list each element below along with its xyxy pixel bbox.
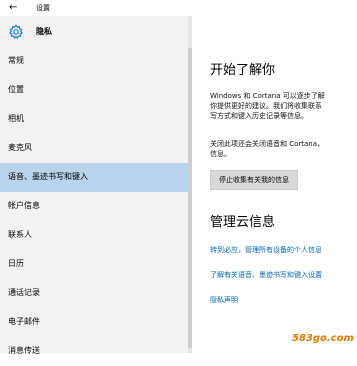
sidebar-item-camera[interactable]: 相机 [0,105,188,134]
title-bar: ← 设置 [0,0,357,16]
sidebar-item-email[interactable]: 电子邮件 [0,308,188,337]
sidebar-item-calendar[interactable]: 日历 [0,250,188,279]
section-heading-get-to-know-you: 开始了解你 [210,63,276,78]
learn-more-speech-settings-link[interactable]: 了解有关语音、墨迹书写和键入设置 [210,270,322,280]
sidebar-item-account-info[interactable]: 帐户信息 [0,192,188,221]
sidebar-item-label: 消息传送 [8,346,40,355]
stop-collecting-button[interactable]: 停止收集有关我的信息 [210,170,298,190]
description-line: Windows 和 Cortana 可以逐步了解 [210,92,325,100]
page-title: 隐私 [36,27,52,36]
privacy-statement-link[interactable]: 隐私声明 [210,295,238,305]
sidebar-item-label: 日历 [8,259,24,268]
main-content: 开始了解你 Windows 和 Cortana 可以逐步了解 你提供更好的建议。… [192,16,357,353]
sidebar-item-speech-inking-typing[interactable]: 语音、墨迹书写和键入 [0,163,188,192]
sidebar-item-messaging[interactable]: 消息传送 [0,337,188,366]
sidebar-item-label: 联系人 [8,230,32,239]
description-line: 关闭此项还会关闭语音和 Cortana， [210,140,325,148]
sidebar-item-contacts[interactable]: 联系人 [0,221,188,250]
sidebar-item-location[interactable]: 位置 [0,76,188,105]
section-heading-manage-cloud-info: 管理云信息 [210,215,276,230]
bing-manage-info-link[interactable]: 转到必应，管理所有设备的个人信息 [210,245,322,255]
sidebar-header: 隐私 [0,18,188,46]
sidebar-item-label: 电子邮件 [8,317,40,326]
sidebar-item-label: 常规 [8,56,24,65]
gear-icon [9,24,23,40]
sidebar-item-label: 位置 [8,85,24,94]
watermark: 583go.com [292,333,354,344]
sidebar-item-label: 麦克风 [8,143,32,152]
sidebar-item-label: 帐户信息 [8,201,40,210]
window-title: 设置 [36,4,50,12]
sidebar-item-label: 语音、墨迹书写和键入 [8,172,88,181]
sidebar-item-label: 通话记录 [8,288,40,297]
description-line: 写方式和键入历史记录等信息。 [210,112,308,120]
sidebar-item-microphone[interactable]: 麦克风 [0,134,188,163]
back-arrow-icon[interactable]: ← [9,2,17,14]
sidebar-item-call-history[interactable]: 通话记录 [0,279,188,308]
sidebar-item-label: 相机 [8,114,24,123]
sidebar-item-general[interactable]: 常规 [0,47,188,76]
description-line: 你提供更好的建议。我们将收集联系 [210,102,322,110]
description-line: 信息。 [210,150,231,158]
